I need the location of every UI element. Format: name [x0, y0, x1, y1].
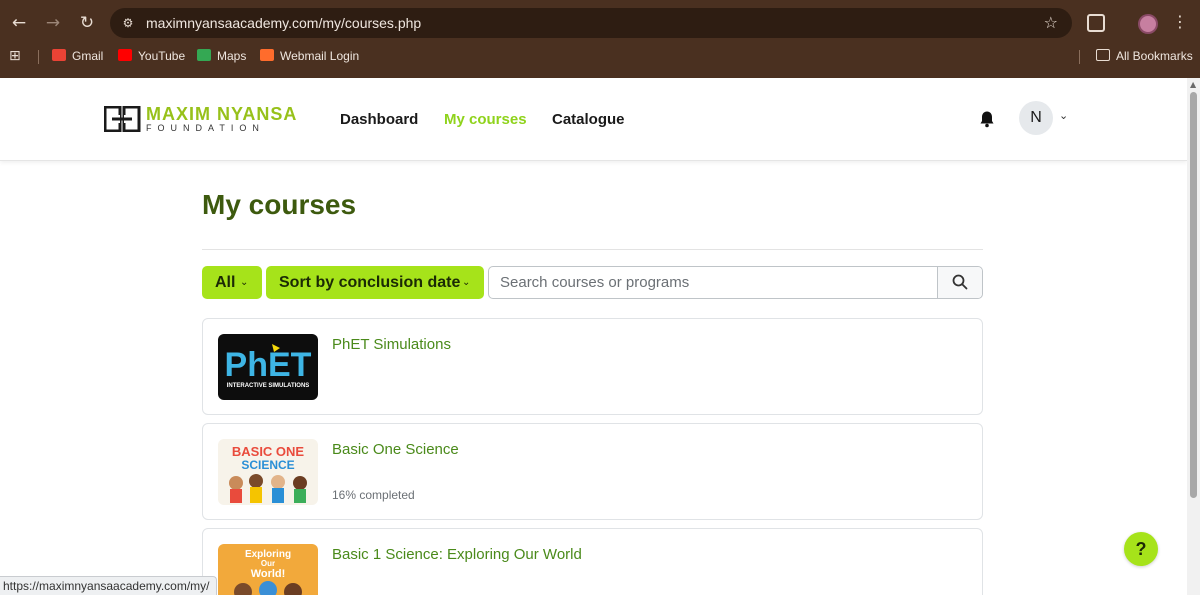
address-url[interactable]: maximnyansaacademy.com/my/courses.php	[146, 15, 421, 31]
youtube-icon	[118, 49, 132, 61]
bookmark-gmail[interactable]: Gmail	[52, 49, 103, 63]
thumb-text-basic-one: BASIC ONE	[232, 444, 305, 459]
bookmark-maps[interactable]: Maps	[197, 49, 246, 63]
divider	[202, 249, 983, 250]
page-scrollbar[interactable]: ▲	[1187, 78, 1200, 595]
search-box	[488, 266, 983, 299]
phet-logo-text: PhET	[225, 346, 312, 384]
logo-subtitle: FOUNDATION	[146, 123, 265, 133]
all-bookmarks-label: All Bookmarks	[1116, 49, 1193, 63]
basic-one-science-image: BASIC ONE SCIENCE	[229, 444, 307, 503]
browser-chrome: ← → ↻ ⚙ maximnyansaacademy.com/my/course…	[0, 0, 1200, 78]
thumb-text-science: SCIENCE	[241, 458, 294, 472]
course-title[interactable]: PhET Simulations	[332, 336, 451, 353]
filter-all-dropdown[interactable]: All ⌄	[202, 266, 262, 299]
course-thumbnail-basic-one-science[interactable]: BASIC ONE SCIENCE	[218, 439, 318, 505]
sort-label: Sort by conclusion date	[279, 274, 461, 291]
browser-menu-icon[interactable]: ⋮	[1172, 12, 1188, 31]
course-title[interactable]: Basic 1 Science: Exploring Our World	[332, 546, 582, 563]
bookmarks-bar: ⊞ Gmail YouTube Maps Webmail Login All B…	[0, 45, 1200, 69]
address-bar[interactable]: ⚙ maximnyansaacademy.com/my/courses.php …	[110, 8, 1072, 38]
course-card[interactable]: BASIC ONE SCIENCE Basic One Science 16% …	[202, 423, 983, 520]
site-navbar: MAXIM NYANSA FOUNDATION Dashboard My cou…	[0, 78, 1187, 161]
site-logo[interactable]: MAXIM NYANSA FOUNDATION	[104, 104, 298, 134]
phet-logo-image: PhET INTERACTIVE SIMULATIONS	[225, 344, 312, 389]
course-thumbnail-exploring-our-world[interactable]: Exploring Our World!	[218, 544, 318, 595]
bookmark-star-icon[interactable]: ☆	[1044, 13, 1058, 32]
bookmark-separator	[38, 50, 39, 64]
search-input[interactable]	[489, 267, 938, 298]
logo-title: MAXIM NYANSA	[146, 104, 298, 124]
course-card[interactable]: PhET INTERACTIVE SIMULATIONS PhET Simula…	[202, 318, 983, 415]
search-button[interactable]	[937, 267, 982, 298]
bookmark-label: Webmail Login	[280, 49, 360, 63]
browser-toolbar: ← → ↻ ⚙ maximnyansaacademy.com/my/course…	[0, 6, 1200, 40]
phet-logo-subtext: INTERACTIVE SIMULATIONS	[227, 383, 310, 389]
apps-grid-icon[interactable]: ⊞	[9, 48, 21, 64]
extensions-icon[interactable]	[1087, 14, 1105, 32]
bookmark-label: YouTube	[138, 49, 186, 63]
user-avatar[interactable]: N	[1019, 101, 1053, 135]
exploring-our-world-image: Exploring Our World!	[234, 549, 302, 595]
all-bookmarks[interactable]: All Bookmarks	[1096, 49, 1193, 63]
filter-all-label: All	[215, 274, 236, 291]
user-menu-chevron-icon[interactable]: ⌄	[1059, 109, 1068, 122]
page-title: My courses	[202, 189, 357, 220]
bookmark-separator	[1079, 50, 1080, 64]
notifications-bell-icon[interactable]	[978, 110, 996, 128]
folder-icon	[1096, 49, 1110, 61]
chevron-down-icon: ⌄	[240, 277, 249, 288]
profile-avatar[interactable]	[1138, 14, 1158, 34]
nav-my-courses[interactable]: My courses	[444, 111, 527, 128]
bookmark-youtube[interactable]: YouTube	[118, 49, 185, 63]
nav-catalogue[interactable]: Catalogue	[552, 111, 625, 128]
logo-mark-icon	[104, 106, 141, 132]
thumb-text-our: Our	[261, 559, 275, 568]
scrollbar-thumb[interactable]	[1190, 92, 1197, 498]
course-thumbnail-phet[interactable]: PhET INTERACTIVE SIMULATIONS	[218, 334, 318, 400]
site-info-icon[interactable]: ⚙	[120, 15, 136, 31]
search-icon	[952, 274, 968, 290]
cpanel-icon	[260, 49, 274, 61]
chevron-down-icon: ⌄	[462, 277, 471, 288]
reload-button[interactable]: ↻	[74, 10, 100, 36]
thumb-text-world: World!	[251, 568, 286, 580]
gmail-icon	[52, 49, 66, 61]
forward-button[interactable]: →	[40, 10, 66, 36]
course-title[interactable]: Basic One Science	[332, 441, 459, 458]
nav-dashboard[interactable]: Dashboard	[340, 111, 418, 128]
help-button[interactable]: ?	[1124, 532, 1158, 566]
back-button[interactable]: ←	[6, 10, 32, 36]
scroll-up-arrow-icon[interactable]: ▲	[1190, 80, 1196, 89]
link-status-bar: https://maximnyansaacademy.com/my/	[0, 576, 217, 595]
maps-icon	[197, 49, 211, 61]
course-progress-text: 16% completed	[332, 488, 415, 502]
sort-dropdown[interactable]: Sort by conclusion date ⌄	[266, 266, 484, 299]
bookmark-webmail[interactable]: Webmail Login	[260, 49, 359, 63]
bookmark-label: Gmail	[72, 49, 104, 63]
bookmark-label: Maps	[217, 49, 247, 63]
course-card[interactable]: Exploring Our World! Basic 1 Science: Ex…	[202, 528, 983, 595]
